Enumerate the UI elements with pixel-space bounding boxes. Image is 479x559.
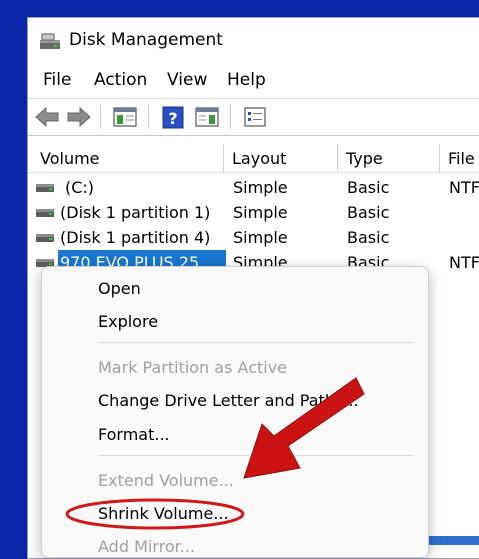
annotation-overlay (65, 377, 365, 530)
highlight-ellipse (65, 498, 245, 530)
red-arrow-icon (243, 377, 365, 479)
